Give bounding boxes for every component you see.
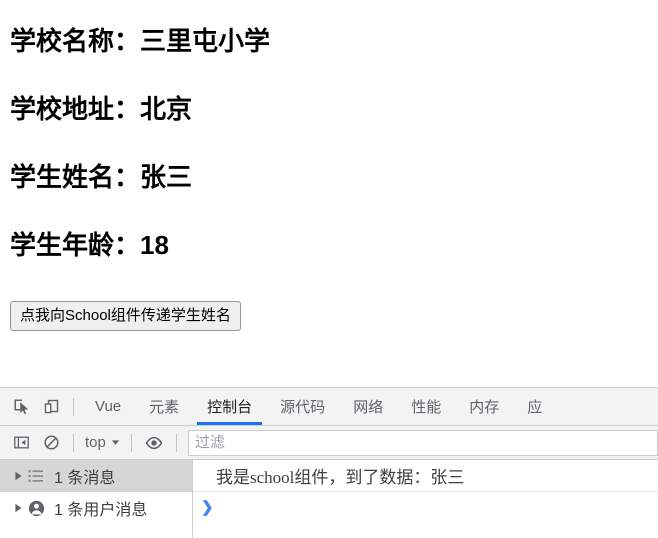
console-sidebar-toggle-icon: [13, 436, 29, 449]
web-page-viewport: 学校名称：三里屯小学 学校地址：北京 学生姓名：张三 学生年龄：18 点我向Sc…: [0, 0, 658, 387]
console-sidebar: 1 条消息 1 条用户消息: [0, 460, 193, 538]
clear-console-icon: [43, 435, 59, 450]
school-address-heading: 学校地址：北京: [10, 94, 192, 124]
tab-console[interactable]: 控制台: [193, 388, 266, 425]
expander-triangle-icon[interactable]: [14, 471, 28, 481]
console-sidebar-toggle-button[interactable]: [6, 428, 36, 458]
student-age-label: 学生年龄：: [10, 230, 141, 260]
student-name-heading: 学生姓名：张三: [10, 162, 192, 192]
sidebar-item-label: 1 条消息: [54, 470, 116, 487]
tab-sources[interactable]: 源代码: [266, 388, 339, 425]
inspect-element-button[interactable]: [6, 392, 36, 422]
message-list-icon: [28, 469, 50, 483]
tab-application[interactable]: 应: [513, 388, 556, 425]
school-address-label: 学校地址：: [10, 94, 141, 124]
user-message-icon: [28, 500, 50, 517]
tab-label: 控制台: [207, 399, 253, 416]
tab-elements[interactable]: 元素: [135, 388, 193, 425]
school-address-value: 北京: [140, 94, 193, 124]
triangle-right-icon: [15, 471, 22, 481]
pass-student-name-button[interactable]: 点我向School组件传递学生姓名: [10, 301, 241, 331]
console-filter-input[interactable]: [187, 429, 658, 456]
console-input-row[interactable]: ❯: [193, 492, 658, 522]
tab-label: Vue: [95, 398, 122, 415]
message-list-glyph: [28, 469, 43, 483]
sidebar-item-user-messages[interactable]: 1 条用户消息: [0, 492, 192, 524]
devtools-tab-strip: Vue 元素 控制台 源代码 网络 性能 内存 应: [0, 388, 658, 426]
sidebar-item-messages[interactable]: 1 条消息: [0, 460, 192, 492]
device-toolbar-button[interactable]: [36, 392, 66, 422]
tab-label: 内存: [469, 399, 500, 416]
toolbar-divider: [73, 397, 74, 416]
live-expression-button[interactable]: [139, 428, 169, 458]
student-name-value: 张三: [140, 162, 193, 192]
execution-context-value: top: [85, 434, 106, 451]
tab-label: 应: [527, 399, 543, 416]
tab-label: 网络: [353, 399, 384, 416]
expander-triangle-icon[interactable]: [14, 503, 28, 513]
live-expression-eye-icon: [145, 436, 163, 449]
devtools-panel: Vue 元素 控制台 源代码 网络 性能 内存 应 top 过滤 1 条消息 1…: [0, 387, 658, 538]
console-prompt-icon: ❯: [201, 498, 214, 516]
clear-console-button[interactable]: [36, 428, 66, 458]
devtools-tool-icons: [6, 392, 81, 422]
console-message-pane: 我是school组件，到了数据：张三 ❯: [193, 460, 658, 538]
tab-label: 源代码: [280, 399, 326, 416]
tab-label: 元素: [149, 399, 180, 416]
console-toolbar: top: [0, 426, 658, 460]
tab-vue[interactable]: Vue: [81, 388, 135, 425]
student-age-value: 18: [140, 230, 169, 260]
tab-performance[interactable]: 性能: [397, 388, 455, 425]
sidebar-item-label: 1 条用户消息: [54, 502, 148, 519]
tab-memory[interactable]: 内存: [455, 388, 513, 425]
user-avatar-glyph: [28, 500, 45, 516]
school-name-value: 三里屯小学: [140, 26, 271, 56]
student-age-heading: 学生年龄：18: [10, 230, 169, 260]
console-log-message: 我是school组件，到了数据：张三: [193, 460, 658, 492]
tab-label: 性能: [411, 399, 442, 416]
school-name-heading: 学校名称：三里屯小学: [10, 26, 270, 56]
school-name-label: 学校名称：: [10, 26, 141, 56]
toolbar-divider: [175, 433, 177, 452]
execution-context-dropdown[interactable]: top: [81, 434, 124, 451]
toolbar-divider: [130, 433, 132, 452]
tab-network[interactable]: 网络: [339, 388, 397, 425]
console-body: 1 条消息 1 条用户消息 我是school组件，到了数据：张三 ❯: [0, 460, 658, 538]
inspect-element-icon: [14, 399, 28, 415]
device-toolbar-icon: [44, 399, 58, 414]
student-name-label: 学生姓名：: [10, 162, 141, 192]
triangle-right-icon: [15, 503, 22, 513]
devtools-tabs: Vue 元素 控制台 源代码 网络 性能 内存 应: [81, 388, 658, 425]
toolbar-divider: [73, 433, 74, 452]
chevron-down-icon: [111, 440, 120, 445]
